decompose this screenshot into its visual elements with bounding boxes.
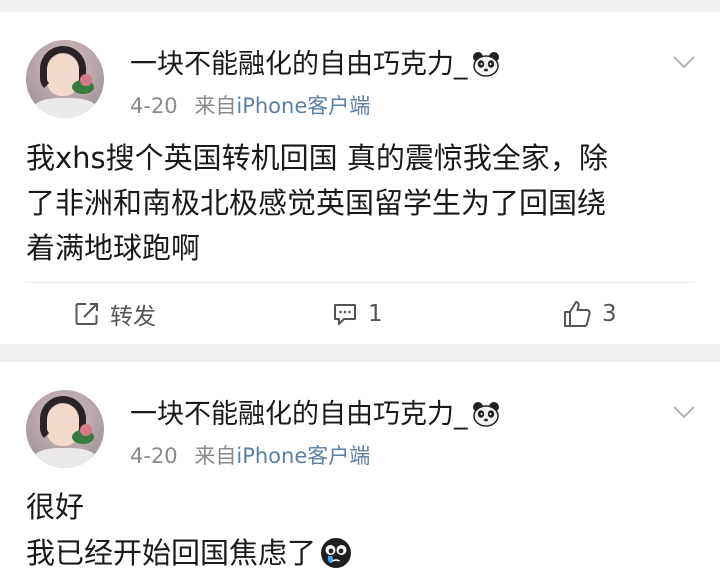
avatar[interactable] bbox=[26, 40, 104, 118]
post-content-line: 我xhs搜个英国转机回国 真的震惊我全家，除 bbox=[26, 141, 608, 175]
post-meta: 4-20 来自iPhone客户端 bbox=[130, 442, 370, 470]
post-content: 很好 我已经开始回国焦虑了 bbox=[26, 484, 694, 570]
source-prefix: 来自 bbox=[194, 94, 237, 118]
username[interactable]: 一块不能融化的自由巧克力_ bbox=[130, 48, 500, 86]
post-content-line: 着满地球跑啊 bbox=[26, 231, 201, 265]
comment-button[interactable]: 1 bbox=[332, 294, 383, 334]
repost-icon bbox=[74, 301, 100, 327]
repost-label: 转发 bbox=[110, 304, 156, 330]
post-date: 4-20 bbox=[130, 444, 178, 468]
source-prefix: 来自 bbox=[194, 444, 237, 468]
like-count: 3 bbox=[602, 301, 617, 327]
repost-button[interactable]: 转发 bbox=[74, 294, 156, 334]
tearful-emoji-icon bbox=[320, 536, 352, 570]
post-date: 4-20 bbox=[130, 94, 178, 118]
post-content-line: 了非洲和南极北极感觉英国留学生为了回国绕 bbox=[26, 186, 607, 220]
chevron-down-icon[interactable] bbox=[672, 404, 696, 423]
post-content-line: 很好 bbox=[26, 490, 85, 524]
comment-count: 1 bbox=[368, 301, 383, 327]
post-source[interactable]: iPhone客户端 bbox=[236, 94, 370, 118]
post-content: 我xhs搜个英国转机回国 真的震惊我全家，除 了非洲和南极北极感觉英国留学生为了… bbox=[26, 136, 694, 271]
username[interactable]: 一块不能融化的自由巧克力_ bbox=[130, 398, 500, 436]
thumbs-up-icon bbox=[562, 300, 592, 328]
comment-icon bbox=[332, 301, 358, 327]
panda-icon bbox=[472, 51, 500, 86]
post-content-line: 我已经开始回国焦虑了 bbox=[26, 530, 694, 570]
avatar[interactable] bbox=[26, 390, 104, 468]
weibo-feed: 一块不能融化的自由巧克力_ 4-20 来自iPhone客户端 我xhs搜个英国转… bbox=[0, 0, 720, 570]
post-source[interactable]: iPhone客户端 bbox=[236, 444, 370, 468]
post-meta: 4-20 来自iPhone客户端 bbox=[130, 92, 370, 120]
post-card[interactable]: 一块不能融化的自由巧克力_ 4-20 来自iPhone客户端 我xhs搜个英国转… bbox=[0, 12, 720, 344]
like-button[interactable]: 3 bbox=[562, 294, 617, 334]
panda-icon bbox=[472, 401, 500, 436]
post-card[interactable]: 一块不能融化的自由巧克力_ 4-20 来自iPhone客户端 很好 我已经开始回… bbox=[0, 362, 720, 570]
divider bbox=[26, 282, 694, 283]
chevron-down-icon[interactable] bbox=[672, 54, 696, 73]
action-bar: 转发 1 3 bbox=[0, 294, 720, 334]
